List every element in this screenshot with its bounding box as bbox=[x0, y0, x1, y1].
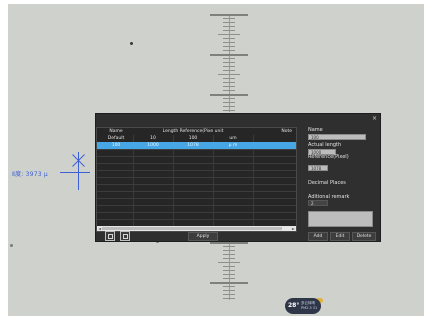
scale-tick bbox=[223, 278, 235, 279]
scale-tick bbox=[223, 270, 235, 271]
scale-tick bbox=[223, 26, 235, 27]
scale-tick bbox=[223, 274, 235, 275]
cell-unit: μ m bbox=[228, 143, 238, 148]
measurement-label: Ⅱ度: 3973 μ bbox=[12, 171, 48, 178]
cell-name: 100 bbox=[111, 143, 121, 148]
air-quality-text: PM2.5 31 bbox=[301, 306, 318, 310]
name-input[interactable]: 100 bbox=[308, 134, 366, 140]
cell-actual-length: 1000 bbox=[147, 143, 159, 148]
scale-tick bbox=[223, 290, 235, 291]
actual-length-label: Actual length bbox=[308, 142, 342, 148]
microscope-viewer[interactable]: Ⅱ度: 3973 μ × Name Length Reference(Pixe … bbox=[8, 4, 424, 316]
export-icon[interactable] bbox=[105, 231, 115, 241]
apply-button[interactable]: Apply bbox=[188, 232, 218, 241]
cell-actual-length: 10 bbox=[150, 136, 156, 141]
scale-tick bbox=[223, 298, 235, 299]
cell-unit: um bbox=[229, 136, 237, 141]
decimal-places-select[interactable]: 2 bbox=[308, 200, 328, 206]
column-header-note[interactable]: Note bbox=[253, 128, 296, 135]
scale-tick bbox=[223, 78, 235, 79]
scale-tick bbox=[223, 102, 235, 103]
scale-tick bbox=[223, 98, 235, 99]
scroll-left-icon[interactable]: ◄ bbox=[98, 226, 101, 231]
edit-button[interactable]: Edit bbox=[330, 232, 350, 241]
scale-tick bbox=[223, 106, 235, 107]
length-calibration-dialog: × Name Length Reference(Pixe unit Note D… bbox=[95, 113, 381, 242]
scale-tick bbox=[223, 22, 235, 23]
remark-input[interactable] bbox=[308, 211, 373, 227]
import-icon[interactable] bbox=[120, 231, 130, 241]
scale-tick bbox=[210, 94, 248, 96]
dust-speck bbox=[10, 244, 13, 247]
scrollbar-thumb[interactable] bbox=[102, 227, 282, 230]
scale-tick bbox=[218, 262, 240, 263]
scale-tick bbox=[223, 294, 235, 295]
decimal-places-label: Decimal Places bbox=[308, 180, 346, 186]
close-icon[interactable]: × bbox=[372, 115, 377, 123]
scale-tick bbox=[218, 34, 240, 35]
scale-tick bbox=[210, 14, 248, 16]
dust-speck bbox=[130, 42, 133, 45]
scale-tick bbox=[223, 286, 235, 287]
scale-tick bbox=[223, 38, 235, 39]
scale-tick bbox=[210, 242, 248, 244]
cell-reference: 1078 bbox=[187, 143, 199, 148]
cell-name: Default bbox=[107, 136, 125, 141]
scale-tick bbox=[223, 58, 235, 59]
scale-tick bbox=[223, 110, 235, 111]
scale-tick bbox=[223, 62, 235, 63]
reference-label: Reference(Pixel) bbox=[308, 154, 349, 160]
scale-tick bbox=[223, 46, 235, 47]
column-header-length-reference[interactable]: Length Reference(Pixe unit bbox=[133, 128, 253, 135]
add-button[interactable]: Add bbox=[308, 232, 328, 241]
scale-tick bbox=[223, 70, 235, 71]
scale-tick bbox=[223, 86, 235, 87]
scale-tick bbox=[210, 282, 248, 284]
scale-tick bbox=[223, 82, 235, 83]
cell-reference: 100 bbox=[188, 136, 198, 141]
scale-tick bbox=[223, 266, 235, 267]
scale-tick bbox=[223, 258, 235, 259]
temperature-text: 28° bbox=[288, 302, 300, 309]
scale-tick bbox=[223, 50, 235, 51]
scale-tick bbox=[223, 42, 235, 43]
scale-tick bbox=[223, 30, 235, 31]
scale-tick bbox=[223, 66, 235, 67]
scale-tick bbox=[223, 250, 235, 251]
scale-tick bbox=[210, 54, 248, 56]
scale-tick bbox=[223, 246, 235, 247]
column-header-name[interactable]: Name bbox=[99, 128, 133, 135]
scale-tick bbox=[223, 18, 235, 19]
calibration-table[interactable]: Name Length Reference(Pixe unit Note Def… bbox=[96, 127, 297, 232]
scale-tick bbox=[218, 74, 240, 75]
weather-status-badge[interactable]: 28° 多云转晴 PM2.5 31 bbox=[285, 298, 321, 314]
name-label: Name bbox=[308, 127, 323, 133]
delete-button[interactable]: Delete bbox=[352, 232, 376, 241]
reference-input[interactable]: 1078 bbox=[308, 165, 328, 171]
scale-tick bbox=[223, 90, 235, 91]
measurement-line bbox=[60, 172, 90, 173]
scale-tick bbox=[223, 254, 235, 255]
scroll-right-icon[interactable]: ► bbox=[292, 226, 295, 231]
